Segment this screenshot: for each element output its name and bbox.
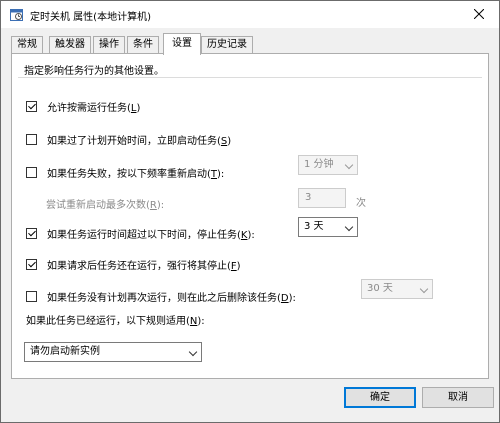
- stop-duration-value: 3 天: [304, 221, 324, 232]
- restart-on-fail-option[interactable]: 如果任务失败，按以下频率重新启动(T):: [26, 165, 225, 180]
- allow-on-demand-label: 允许按需运行任务(L): [47, 102, 141, 114]
- restart-attempts-unit: 次: [356, 198, 366, 209]
- settings-description: 指定影响任务行为的其他设置。: [24, 66, 164, 77]
- ok-button[interactable]: 确定: [344, 387, 416, 408]
- chevron-down-icon: [419, 284, 429, 294]
- properties-window: 定时关机 属性(本地计算机) 常规 触发器 操作 条件 设置 历史记录 指定影响…: [0, 0, 500, 423]
- restart-on-fail-checkbox[interactable]: [26, 166, 37, 178]
- delete-task-checkbox[interactable]: [26, 290, 37, 302]
- task-scheduler-icon: [10, 8, 23, 21]
- delete-after-value: 30 天: [367, 283, 393, 294]
- force-stop-option[interactable]: 如果请求后任务还在运行，强行将其停止(F): [26, 257, 241, 272]
- tab-history[interactable]: 历史记录: [201, 36, 253, 54]
- delete-task-option[interactable]: 如果任务没有计划再次运行，则在此之后删除该任务(D):: [26, 289, 296, 304]
- force-stop-checkbox[interactable]: [26, 258, 37, 270]
- allow-on-demand-checkbox[interactable]: [26, 100, 37, 112]
- chevron-down-icon: [344, 222, 354, 232]
- chevron-down-icon: [188, 347, 198, 357]
- tab-settings[interactable]: 设置: [163, 33, 201, 55]
- allow-on-demand-option[interactable]: 允许按需运行任务(L): [26, 99, 141, 114]
- run-asap-option[interactable]: 如果过了计划开始时间，立即启动任务(S): [26, 132, 232, 147]
- window-title: 定时关机 属性(本地计算机): [30, 12, 151, 23]
- stop-if-longer-label: 如果任务运行时间超过以下时间，停止任务(K):: [47, 229, 255, 241]
- tab-general[interactable]: 常规: [11, 36, 43, 54]
- title-bar: 定时关机 属性(本地计算机): [1, 1, 499, 28]
- running-rule-label: 如果此任务已经运行，以下规则适用(N):: [26, 316, 205, 327]
- stop-if-longer-option[interactable]: 如果任务运行时间超过以下时间，停止任务(K):: [26, 226, 255, 241]
- restart-attempts-label: 尝试重新启动最多次数(R):: [46, 200, 165, 211]
- close-icon: [474, 9, 484, 19]
- running-rule-value: 请勿启动新实例: [30, 346, 100, 357]
- stop-if-longer-checkbox[interactable]: [26, 227, 37, 239]
- restart-interval-value: 1 分钟: [304, 159, 334, 170]
- stop-duration-select[interactable]: 3 天: [298, 217, 358, 237]
- tab-conditions[interactable]: 条件: [127, 36, 159, 54]
- running-rule-select[interactable]: 请勿启动新实例: [24, 342, 202, 362]
- restart-interval-select[interactable]: 1 分钟: [298, 155, 358, 175]
- run-asap-checkbox[interactable]: [26, 133, 37, 145]
- settings-panel: 指定影响任务行为的其他设置。 允许按需运行任务(L) 如果过了计划开始时间，立即…: [11, 53, 489, 379]
- cancel-button[interactable]: 取消: [422, 387, 494, 408]
- tab-strip: 常规 触发器 操作 条件 设置 历史记录: [11, 33, 491, 55]
- chevron-down-icon: [344, 160, 354, 170]
- delete-after-select[interactable]: 30 天: [361, 279, 433, 299]
- restart-on-fail-label: 如果任务失败，按以下频率重新启动(T):: [47, 168, 225, 180]
- delete-task-label: 如果任务没有计划再次运行，则在此之后删除该任务(D):: [47, 292, 296, 304]
- tab-triggers[interactable]: 触发器: [49, 36, 91, 54]
- close-button[interactable]: [465, 3, 493, 25]
- force-stop-label: 如果请求后任务还在运行，强行将其停止(F): [47, 260, 241, 272]
- run-asap-label: 如果过了计划开始时间，立即启动任务(S): [47, 135, 232, 147]
- divider: [18, 77, 482, 78]
- tab-actions[interactable]: 操作: [93, 36, 125, 54]
- restart-attempts-input[interactable]: 3: [298, 188, 346, 208]
